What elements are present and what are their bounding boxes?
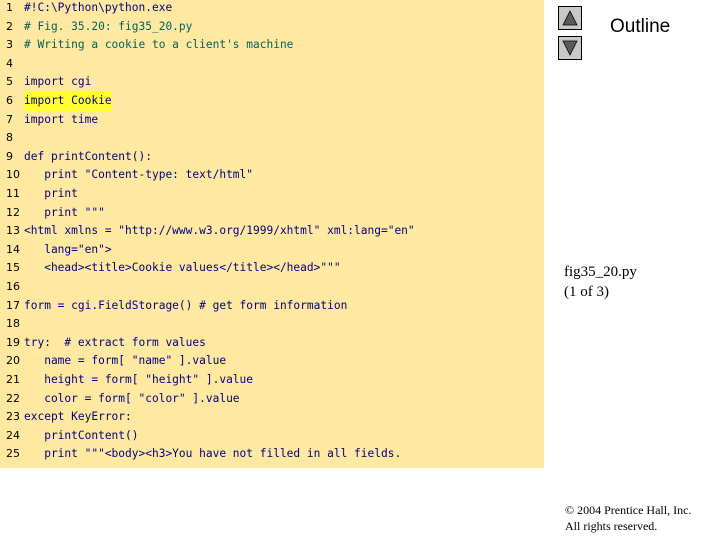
- line-number: 17: [6, 298, 20, 312]
- line-number: 16: [6, 280, 20, 293]
- code-text: # Fig. 35.20: fig35_20.py: [24, 19, 193, 33]
- line-number: 18: [6, 317, 20, 331]
- line-number: 13: [6, 224, 20, 238]
- line-number: 7: [6, 112, 13, 126]
- triangle-up-icon: [562, 10, 578, 26]
- code-line: 19 try: # extract form values: [0, 334, 544, 353]
- line-number: 3: [6, 38, 13, 52]
- line-number: 12: [6, 205, 20, 219]
- code-text: print: [24, 187, 78, 200]
- line-number: 2: [6, 19, 13, 33]
- code-line: 24 printContent(): [0, 427, 544, 446]
- line-number: 11: [6, 187, 20, 200]
- line-number: 15: [6, 261, 20, 275]
- line-number: 21: [6, 373, 20, 386]
- code-line: 13 <html xmlns = "http://www.w3.org/1999/…: [0, 222, 544, 241]
- line-number: 25: [6, 447, 20, 461]
- code-text: except KeyError:: [24, 410, 132, 424]
- line-number: 1: [6, 1, 13, 14]
- line-number: 19: [6, 335, 20, 349]
- previous-slide-button[interactable]: [558, 6, 582, 30]
- line-number: 14: [6, 242, 20, 256]
- code-text: print "Content-type: text/html": [24, 168, 254, 182]
- figure-name: fig35_20.py: [564, 264, 637, 280]
- line-number: 4: [6, 56, 13, 70]
- code-line: 2 # Fig. 35.20: fig35_20.py: [0, 18, 544, 37]
- code-line: 14 lang="en">: [0, 241, 544, 260]
- code-line: 12 print """: [0, 204, 544, 223]
- line-number: 8: [6, 131, 13, 145]
- line-number: 20: [6, 354, 20, 368]
- code-line: 4: [0, 55, 544, 74]
- code-text: printContent(): [24, 428, 139, 442]
- line-number: 23: [6, 410, 20, 424]
- line-number: 24: [6, 428, 20, 442]
- code-line: 8: [0, 129, 544, 148]
- code-listing: 1 #!C:\Python\python.exe 2 # Fig. 35.20: f…: [0, 0, 544, 468]
- code-text: <head><title>Cookie values</title></head…: [24, 261, 341, 275]
- code-line: 7 import time: [0, 111, 544, 130]
- code-line: 3 # Writing a cookie to a client's machin…: [0, 36, 544, 55]
- code-text: height = form[ "height" ].value: [24, 373, 254, 386]
- code-line: 20 name = form[ "name" ].value: [0, 352, 544, 371]
- code-text: name = form[ "name" ].value: [24, 354, 227, 368]
- code-text: import cgi: [24, 75, 92, 89]
- code-line: 25 print """<body><h3>You have not fille…: [0, 445, 544, 464]
- code-text: try: # extract form values: [24, 335, 206, 349]
- code-text: print """<body><h3>You have not filled i…: [24, 447, 402, 461]
- code-text: <html xmlns = "http://www.w3.org/1999/xh…: [24, 224, 415, 238]
- next-slide-button[interactable]: [558, 36, 582, 60]
- line-number: 6: [6, 94, 13, 107]
- triangle-down-icon: [562, 40, 578, 56]
- code-line: 5 import cgi: [0, 73, 544, 92]
- code-line: 6 import Cookie: [0, 92, 544, 111]
- figure-caption: fig35_20.py (1 of 3): [564, 262, 637, 302]
- copyright-notice: © 2004 Prentice Hall, Inc. All rights re…: [565, 502, 691, 534]
- copyright-line: © 2004 Prentice Hall, Inc.: [565, 503, 692, 517]
- code-line: 10 print "Content-type: text/html": [0, 166, 544, 185]
- line-number: 5: [6, 75, 13, 89]
- code-line: 23 except KeyError:: [0, 408, 544, 427]
- figure-page: (1 of 3): [564, 284, 609, 300]
- code-text: lang="en">: [24, 242, 112, 256]
- code-line: 11 print: [0, 185, 544, 204]
- outline-link[interactable]: Outline: [610, 16, 670, 38]
- code-line: 16: [0, 278, 544, 297]
- code-text: color = form[ "color" ].value: [24, 391, 240, 405]
- line-number: 10: [6, 168, 20, 182]
- code-text-highlighted: import Cookie: [24, 92, 112, 111]
- rights-line: All rights reserved.: [565, 519, 658, 533]
- code-text: # Writing a cookie to a client's machine: [24, 38, 294, 52]
- code-line: 18: [0, 315, 544, 334]
- code-line: 22 color = form[ "color" ].value: [0, 390, 544, 409]
- line-number: 9: [6, 149, 13, 163]
- code-text: def printContent():: [24, 149, 152, 163]
- code-text: print """: [24, 205, 105, 219]
- code-line: 17 form = cgi.FieldStorage() # get form i…: [0, 297, 544, 316]
- code-line: 9 def printContent():: [0, 148, 544, 167]
- line-number: 22: [6, 391, 20, 405]
- code-line: 21 height = form[ "height" ].value: [0, 371, 544, 390]
- code-line: 15 <head><title>Cookie values</title></h…: [0, 259, 544, 278]
- code-text: import time: [24, 112, 99, 126]
- code-line: 1 #!C:\Python\python.exe: [0, 0, 544, 18]
- code-text: form = cgi.FieldStorage() # get form inf…: [24, 298, 348, 312]
- code-text: #!C:\Python\python.exe: [24, 1, 173, 14]
